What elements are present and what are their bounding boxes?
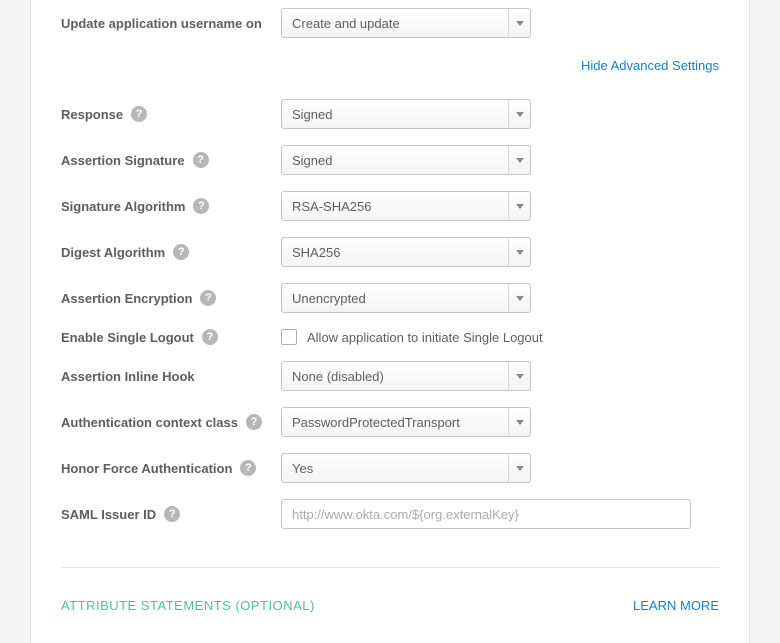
select-value: PasswordProtectedTransport bbox=[292, 415, 460, 430]
help-icon[interactable]: ? bbox=[193, 152, 209, 168]
section-footer: ATTRIBUTE STATEMENTS (OPTIONAL) LEARN MO… bbox=[31, 568, 749, 613]
row-honor-force-auth: Honor Force Authentication ? Yes bbox=[31, 445, 749, 491]
row-auth-context-class: Authentication context class ? PasswordP… bbox=[31, 399, 749, 445]
label-assertion-encryption: Assertion Encryption bbox=[61, 291, 192, 306]
chevron-down-icon bbox=[508, 362, 530, 390]
chevron-down-icon bbox=[508, 146, 530, 174]
row-assertion-encryption: Assertion Encryption ? Unencrypted bbox=[31, 275, 749, 321]
select-signature-algorithm[interactable]: RSA-SHA256 bbox=[281, 191, 531, 221]
select-value: Create and update bbox=[292, 16, 400, 31]
select-honor-force-auth[interactable]: Yes bbox=[281, 453, 531, 483]
checkbox-label-single-logout: Allow application to initiate Single Log… bbox=[307, 330, 543, 345]
help-icon[interactable]: ? bbox=[193, 198, 209, 214]
select-value: Unencrypted bbox=[292, 291, 366, 306]
row-response: Response ? Signed bbox=[31, 91, 749, 137]
chevron-down-icon bbox=[508, 454, 530, 482]
help-icon[interactable]: ? bbox=[246, 414, 262, 430]
help-icon[interactable]: ? bbox=[131, 106, 147, 122]
select-value: RSA-SHA256 bbox=[292, 199, 371, 214]
select-value: None (disabled) bbox=[292, 369, 384, 384]
select-response[interactable]: Signed bbox=[281, 99, 531, 129]
help-icon[interactable]: ? bbox=[173, 244, 189, 260]
input-saml-issuer-id[interactable] bbox=[281, 499, 691, 529]
hide-advanced-link[interactable]: Hide Advanced Settings bbox=[581, 58, 719, 73]
row-assertion-signature: Assertion Signature ? Signed bbox=[31, 137, 749, 183]
learn-more-link[interactable]: LEARN MORE bbox=[633, 598, 719, 613]
label-response: Response bbox=[61, 107, 123, 122]
settings-card: Update application username on Create an… bbox=[30, 0, 750, 643]
select-assertion-inline-hook[interactable]: None (disabled) bbox=[281, 361, 531, 391]
select-value: Signed bbox=[292, 153, 332, 168]
label-assertion-inline-hook: Assertion Inline Hook bbox=[61, 369, 195, 384]
help-icon[interactable]: ? bbox=[202, 329, 218, 345]
row-enable-single-logout: Enable Single Logout ? Allow application… bbox=[31, 321, 749, 353]
row-signature-algorithm: Signature Algorithm ? RSA-SHA256 bbox=[31, 183, 749, 229]
select-auth-context-class[interactable]: PasswordProtectedTransport bbox=[281, 407, 531, 437]
help-icon[interactable]: ? bbox=[240, 460, 256, 476]
label-enable-single-logout: Enable Single Logout bbox=[61, 330, 194, 345]
chevron-down-icon bbox=[508, 192, 530, 220]
help-icon[interactable]: ? bbox=[164, 506, 180, 522]
chevron-down-icon bbox=[508, 9, 530, 37]
help-icon[interactable]: ? bbox=[200, 290, 216, 306]
select-value: Yes bbox=[292, 461, 313, 476]
checkbox-single-logout[interactable] bbox=[281, 329, 297, 345]
select-assertion-encryption[interactable]: Unencrypted bbox=[281, 283, 531, 313]
select-update-username[interactable]: Create and update bbox=[281, 8, 531, 38]
label-digest-algorithm: Digest Algorithm bbox=[61, 245, 165, 260]
chevron-down-icon bbox=[508, 238, 530, 266]
select-digest-algorithm[interactable]: SHA256 bbox=[281, 237, 531, 267]
row-digest-algorithm: Digest Algorithm ? SHA256 bbox=[31, 229, 749, 275]
select-value: Signed bbox=[292, 107, 332, 122]
label-update-username: Update application username on bbox=[61, 16, 262, 31]
label-assertion-signature: Assertion Signature bbox=[61, 153, 185, 168]
select-assertion-signature[interactable]: Signed bbox=[281, 145, 531, 175]
section-title-attribute-statements: ATTRIBUTE STATEMENTS (OPTIONAL) bbox=[61, 598, 315, 613]
chevron-down-icon bbox=[508, 284, 530, 312]
label-honor-force-auth: Honor Force Authentication bbox=[61, 461, 232, 476]
row-update-username: Update application username on Create an… bbox=[31, 0, 749, 46]
chevron-down-icon bbox=[508, 100, 530, 128]
label-signature-algorithm: Signature Algorithm bbox=[61, 199, 185, 214]
label-saml-issuer-id: SAML Issuer ID bbox=[61, 507, 156, 522]
row-assertion-inline-hook: Assertion Inline Hook None (disabled) bbox=[31, 353, 749, 399]
select-value: SHA256 bbox=[292, 245, 340, 260]
label-auth-context-class: Authentication context class bbox=[61, 415, 238, 430]
row-saml-issuer-id: SAML Issuer ID ? bbox=[31, 491, 749, 537]
chevron-down-icon bbox=[508, 408, 530, 436]
